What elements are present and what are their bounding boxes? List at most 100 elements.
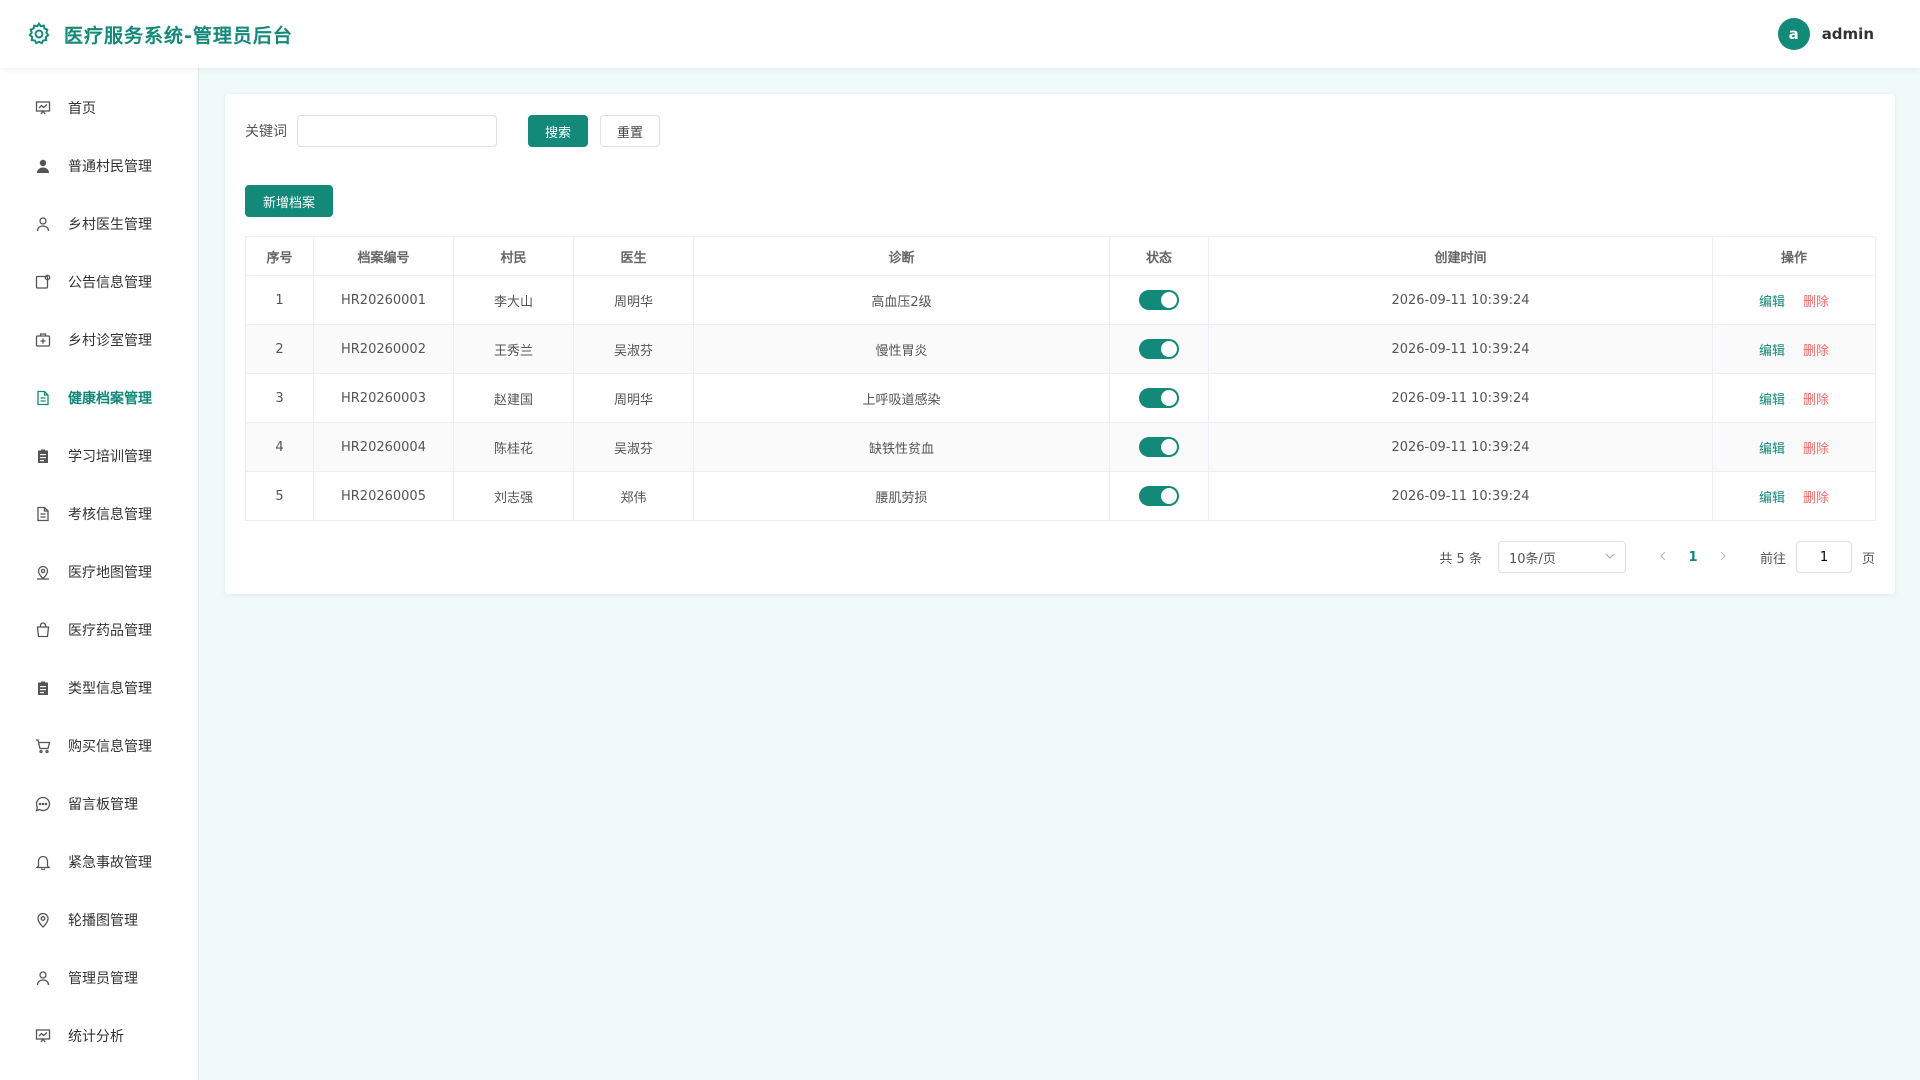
sidebar-item-2[interactable]: 乡村医生管理 [0,195,198,253]
sidebar-item-10[interactable]: 类型信息管理 [0,659,198,717]
delete-link[interactable]: 删除 [1803,295,1829,310]
cell-index: 4 [245,422,314,472]
cell-doctor: 郑伟 [573,471,694,521]
table-row: 5 HR20260005 刘志强 郑伟 腰肌劳损 2026-09-11 10:39:24 编… [245,471,1876,521]
column-header: 村民 [453,236,574,276]
column-header: 状态 [1109,236,1209,276]
table-row: 2 HR20260002 王秀兰 吴淑芬 慢性胃炎 2026-09-11 10:39:24… [245,324,1876,374]
username[interactable]: admin [1822,25,1874,43]
sidebar-item-5[interactable]: 健康档案管理 [0,369,198,427]
page-size-select[interactable]: 10条/页 [1497,541,1626,573]
cell-index: 5 [245,471,314,521]
edit-link[interactable]: 编辑 [1759,491,1785,506]
clipboard-icon [34,447,52,465]
clipboard-icon [34,679,52,697]
next-page-button[interactable] [1708,550,1738,565]
sidebar-item-1[interactable]: 普通村民管理 [0,137,198,195]
delete-link[interactable]: 删除 [1803,393,1829,408]
status-toggle[interactable] [1139,388,1179,408]
cell-status [1109,422,1209,472]
page-number-current[interactable]: 1 [1678,550,1708,565]
sidebar-item-7[interactable]: 考核信息管理 [0,485,198,543]
reset-button[interactable]: 重置 [600,115,660,147]
user-icon [34,215,52,233]
delete-link[interactable]: 删除 [1803,442,1829,457]
chevron-down-icon [1605,550,1615,565]
cell-diagnosis: 慢性胃炎 [693,324,1110,374]
sidebar-item-15[interactable]: 管理员管理 [0,949,198,1007]
map-icon [34,563,52,581]
sidebar-item-13[interactable]: 紧急事故管理 [0,833,198,891]
cell-doctor: 吴淑芬 [573,422,694,472]
cell-created: 2026-09-11 10:39:24 [1208,324,1713,374]
status-toggle[interactable] [1139,486,1179,506]
cell-diagnosis: 缺铁性贫血 [693,422,1110,472]
table-row: 4 HR20260004 陈桂花 吴淑芬 缺铁性贫血 2026-09-11 10:39:2… [245,422,1876,472]
cell-doctor: 周明华 [573,275,694,325]
status-toggle[interactable] [1139,437,1179,457]
top-header: 医疗服务系统-管理员后台 a admin [0,0,1920,68]
cell-index: 3 [245,373,314,423]
sidebar-item-3[interactable]: 公告信息管理 [0,253,198,311]
prev-page-button[interactable] [1648,550,1678,565]
cell-created: 2026-09-11 10:39:24 [1208,373,1713,423]
page-unit: 页 [1861,551,1875,567]
sidebar-item-9[interactable]: 医疗药品管理 [0,601,198,659]
cell-actions: 编辑 删除 [1712,471,1876,521]
avatar[interactable]: a [1777,18,1810,50]
edit-link[interactable]: 编辑 [1759,344,1785,359]
sidebar-item-label: 医疗地图管理 [68,565,152,581]
column-header: 诊断 [693,236,1110,276]
edit-link[interactable]: 编辑 [1759,295,1785,310]
cell-villager: 王秀兰 [453,324,574,374]
total-count: 共 5 条 [1439,551,1482,567]
sidebar-item-14[interactable]: 轮播图管理 [0,891,198,949]
sidebar-item-label: 留言板管理 [68,797,138,813]
status-toggle[interactable] [1139,339,1179,359]
column-header: 序号 [245,236,314,276]
sidebar-item-16[interactable]: 统计分析 [0,1007,198,1065]
edit-link[interactable]: 编辑 [1759,442,1785,457]
goto-page-input[interactable] [1795,541,1852,573]
chart-icon [34,1027,52,1045]
sidebar-item-11[interactable]: 购买信息管理 [0,717,198,775]
cell-villager: 李大山 [453,275,574,325]
bell-icon [34,853,52,871]
sidebar-item-12[interactable]: 留言板管理 [0,775,198,833]
document-icon [34,389,52,407]
sidebar-item-label: 首页 [68,101,96,117]
cell-status [1109,373,1209,423]
cell-diagnosis: 上呼吸道感染 [693,373,1110,423]
table-row: 1 HR20260001 李大山 周明华 高血压2级 2026-09-11 10:39:2… [245,275,1876,325]
cell-created: 2026-09-11 10:39:24 [1208,422,1713,472]
chat-icon [34,795,52,813]
table-header-row: 序号 档案编号 村民 医生 诊断 状态 创建时间 操作 [245,236,1876,276]
sidebar-item-label: 乡村医生管理 [68,217,152,233]
cell-villager: 刘志强 [453,471,574,521]
keyword-input[interactable] [297,115,497,147]
pagination: 共 5 条 10条/页 1 前往 页 [1439,541,1875,573]
add-record-button[interactable]: 新增档案 [245,185,333,217]
cell-code: HR20260004 [313,422,454,472]
sidebar-item-label: 健康档案管理 [68,391,152,407]
sidebar-item-8[interactable]: 医疗地图管理 [0,543,198,601]
sidebar-item-4[interactable]: 乡村诊室管理 [0,311,198,369]
cell-code: HR20260003 [313,373,454,423]
delete-link[interactable]: 删除 [1803,344,1829,359]
goto-label: 前往 [1759,551,1786,567]
user-icon [34,969,52,987]
search-button[interactable]: 搜索 [528,115,588,147]
user-menu[interactable]: a admin [1777,18,1874,50]
sidebar-item-label: 轮播图管理 [68,913,138,929]
status-toggle[interactable] [1139,290,1179,310]
column-header: 医生 [573,236,694,276]
column-header: 操作 [1712,236,1876,276]
delete-link[interactable]: 删除 [1803,491,1829,506]
sidebar-item-0[interactable]: 首页 [0,79,198,137]
sidebar-item-6[interactable]: 学习培训管理 [0,427,198,485]
page-size-value: 10条/页 [1508,551,1556,567]
sidebar-item-label: 购买信息管理 [68,739,152,755]
edit-link[interactable]: 编辑 [1759,393,1785,408]
sidebar: 首页普通村民管理乡村医生管理公告信息管理 乡村诊室管理健康档案管理学习培训管理 考核… [0,68,199,1080]
cell-actions: 编辑 删除 [1712,275,1876,325]
